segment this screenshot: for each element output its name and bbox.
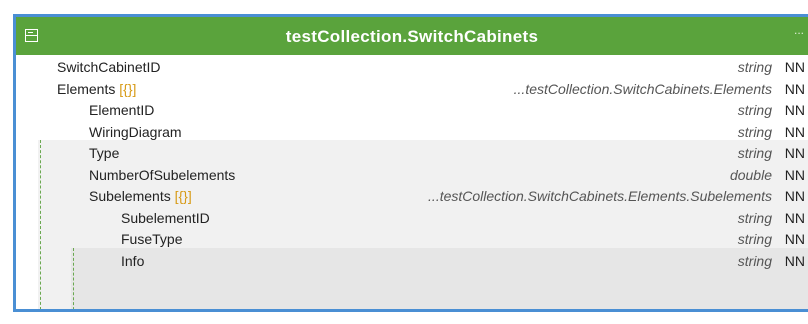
field-name-text: Info (121, 252, 145, 269)
field-constraint: NN (784, 166, 805, 183)
field-name-text: NumberOfSubelements (89, 166, 236, 183)
field-row[interactable]: SubelementID string NN (16, 207, 808, 229)
field-name: SubelementID (121, 207, 210, 230)
field-name-text: WiringDiagram (89, 123, 182, 140)
field-constraint: NN (784, 59, 805, 75)
field-type: ...testCollection.SwitchCabinets.Element… (513, 80, 772, 97)
field-name: Elements [{}] (57, 78, 136, 101)
field-type: string (737, 102, 772, 118)
field-row[interactable]: ElementID string NN (16, 99, 808, 121)
field-constraint: NN (784, 123, 805, 140)
more-options-icon[interactable]: ... (794, 23, 804, 37)
field-name-text: ElementID (89, 102, 155, 118)
field-name-text: Type (89, 145, 120, 161)
field-name-text: SwitchCabinetID (57, 59, 161, 75)
field-constraint: NN (784, 80, 805, 97)
collection-title: testCollection.SwitchCabinets (285, 27, 539, 46)
field-constraint: NN (784, 209, 805, 226)
field-row[interactable]: Subelements [{}] ...testCollection.Switch… (16, 185, 808, 207)
field-name: Type (89, 142, 119, 165)
field-row[interactable]: Type string NN (16, 142, 808, 164)
field-type: string (737, 231, 772, 247)
field-row[interactable]: NumberOfSubelements double NN (16, 164, 808, 186)
field-row[interactable]: SwitchCabinetID string NN (16, 56, 808, 78)
field-name-text: Subelements (89, 188, 171, 204)
collection-box[interactable]: testCollection.SwitchCabinets ... Switch… (13, 14, 808, 312)
field-row[interactable]: Elements [{}] ...testCollection.SwitchCab… (16, 78, 808, 100)
field-name: Info (121, 250, 144, 273)
field-type: double (729, 166, 772, 183)
field-type: string (737, 145, 772, 161)
field-row[interactable]: Info string NN (16, 250, 808, 272)
field-list: SwitchCabinetID string NN Elements [{}] ...t… (16, 55, 808, 309)
field-constraint: NN (784, 252, 805, 269)
array-of-objects-icon: [{}] (174, 188, 192, 204)
field-type: string (737, 252, 772, 269)
field-type: string (737, 123, 772, 140)
field-row[interactable]: FuseType string NN (16, 228, 808, 250)
field-type: ...testCollection.SwitchCabinets.Element… (428, 188, 772, 204)
field-name: Subelements [{}] (89, 185, 192, 208)
field-name-text: SubelementID (121, 209, 210, 226)
array-of-objects-icon: [{}] (119, 80, 137, 97)
field-row[interactable]: WiringDiagram string NN (16, 121, 808, 143)
field-name-text: Elements (57, 80, 116, 97)
field-constraint: NN (784, 145, 805, 161)
field-name: WiringDiagram (89, 121, 182, 144)
field-name: FuseType (121, 228, 182, 251)
field-constraint: NN (784, 188, 805, 204)
collection-header[interactable]: testCollection.SwitchCabinets ... (16, 17, 808, 55)
field-type: string (737, 209, 772, 226)
field-name: SwitchCabinetID (57, 56, 161, 79)
field-type: string (737, 59, 772, 75)
field-name: NumberOfSubelements (89, 164, 235, 187)
field-constraint: NN (784, 231, 805, 247)
field-constraint: NN (784, 102, 805, 118)
field-name: ElementID (89, 99, 154, 122)
field-name-text: FuseType (121, 231, 183, 247)
